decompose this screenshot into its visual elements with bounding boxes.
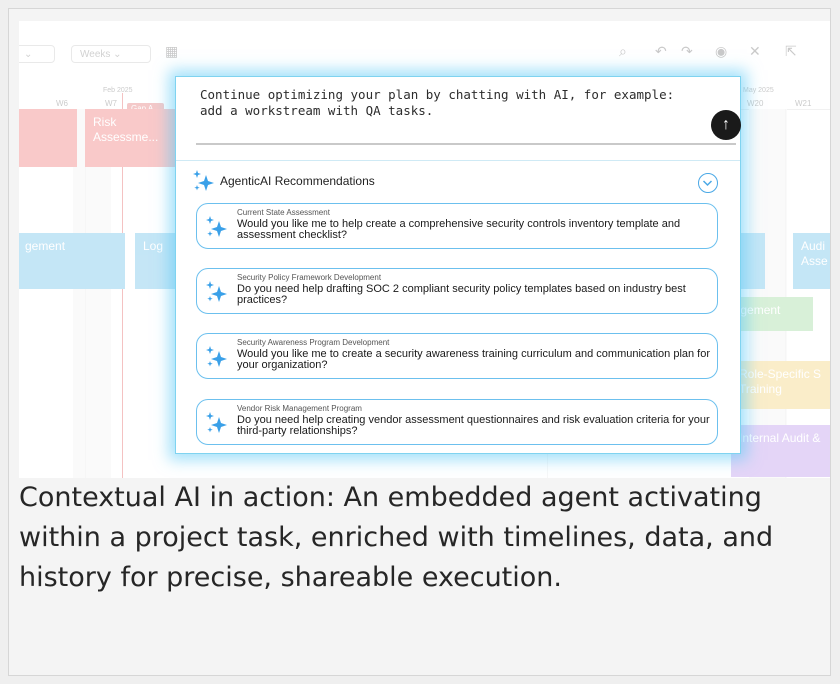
recommendations-header: AgenticAI Recommendations <box>192 169 724 195</box>
recommendation-text: Do you need help drafting SOC 2 complian… <box>237 283 686 306</box>
calendar-icon[interactable]: ▦ <box>165 43 178 60</box>
tools-icon[interactable]: ✕ <box>749 43 761 60</box>
chat-input-text[interactable]: Continue optimizing your plan by chattin… <box>200 87 700 119</box>
recommendation-card[interactable]: Security Policy Framework Development Do… <box>196 268 718 314</box>
undo-icon[interactable]: ↶ <box>655 43 667 60</box>
send-button[interactable]: ↑ <box>711 110 741 140</box>
chat-input[interactable]: Continue optimizing your plan by chattin… <box>196 87 741 145</box>
week-label: W20 <box>747 99 764 108</box>
figure-frame: ⌄ Weeks ⌄ ▦ ⌕ ↶ ↷ ◉ ✕ ⇱ Feb 2025 May 202… <box>8 8 831 676</box>
task-bar-engagement[interactable]: gement <box>19 233 125 289</box>
week-label: W6 <box>56 99 68 108</box>
ai-assistant-panel: Continue optimizing your plan by chattin… <box>175 76 741 454</box>
sparkle-icon <box>206 216 227 237</box>
recommendation-card[interactable]: Vendor Risk Management Program Do you ne… <box>196 399 718 445</box>
redo-icon[interactable]: ↷ <box>681 43 693 60</box>
recommendation-text: Would you like me to create a security a… <box>237 348 711 371</box>
recommendation-label: Current State Assessment <box>237 208 330 217</box>
arrow-up-icon: ↑ <box>722 116 730 133</box>
share-icon[interactable]: ⇱ <box>785 43 797 60</box>
task-bar-risk[interactable]: Risk Assessme... <box>85 109 175 167</box>
task-bar-role-training[interactable]: Role-Specific S Training <box>731 361 830 409</box>
task-bar-audit[interactable]: Audi Asse <box>793 233 830 289</box>
sparkle-icon <box>193 170 214 191</box>
week-label: W21 <box>795 99 812 108</box>
collapse-button[interactable] <box>698 173 718 193</box>
view-select-label: Weeks <box>80 49 111 60</box>
recommendation-text: Do you need help creating vendor assessm… <box>237 414 710 437</box>
app-screenshot: ⌄ Weeks ⌄ ▦ ⌕ ↶ ↷ ◉ ✕ ⇱ Feb 2025 May 202… <box>19 21 830 478</box>
search-icon[interactable]: ⌕ <box>619 43 627 60</box>
recommendation-card[interactable]: Current State Assessment Would you like … <box>196 203 718 249</box>
sparkle-icon <box>206 412 227 433</box>
eye-icon[interactable]: ◉ <box>715 43 727 60</box>
toolbar: ⌄ Weeks ⌄ ▦ ⌕ ↶ ↷ ◉ ✕ ⇱ <box>19 21 830 63</box>
recommendation-label: Security Awareness Program Development <box>237 338 390 347</box>
sparkle-icon <box>206 281 227 302</box>
chevron-down-icon <box>702 180 713 187</box>
filter-dropdown[interactable]: ⌄ <box>19 45 55 63</box>
month-label: Feb 2025 <box>103 87 133 94</box>
task-bar-internal-audit[interactable]: Internal Audit & <box>731 425 830 477</box>
view-select[interactable]: Weeks ⌄ <box>71 45 151 63</box>
task-bar-log[interactable]: Log <box>135 233 179 289</box>
divider <box>176 160 740 161</box>
recommendation-text: Would you like me to help create a compr… <box>237 218 681 241</box>
recommendations-title: AgenticAI Recommendations <box>220 174 375 188</box>
grid-line <box>785 109 786 478</box>
task-bar[interactable] <box>19 109 77 167</box>
sparkle-icon <box>206 346 227 367</box>
figure-caption: Contextual AI in action: An embedded age… <box>19 482 774 593</box>
recommendation-card[interactable]: Security Awareness Program Development W… <box>196 333 718 379</box>
month-label: May 2025 <box>743 87 774 94</box>
recommendation-label: Security Policy Framework Development <box>237 273 382 282</box>
week-label: W7 <box>105 99 117 108</box>
grid-column <box>749 109 787 478</box>
recommendation-label: Vendor Risk Management Program <box>237 404 362 413</box>
